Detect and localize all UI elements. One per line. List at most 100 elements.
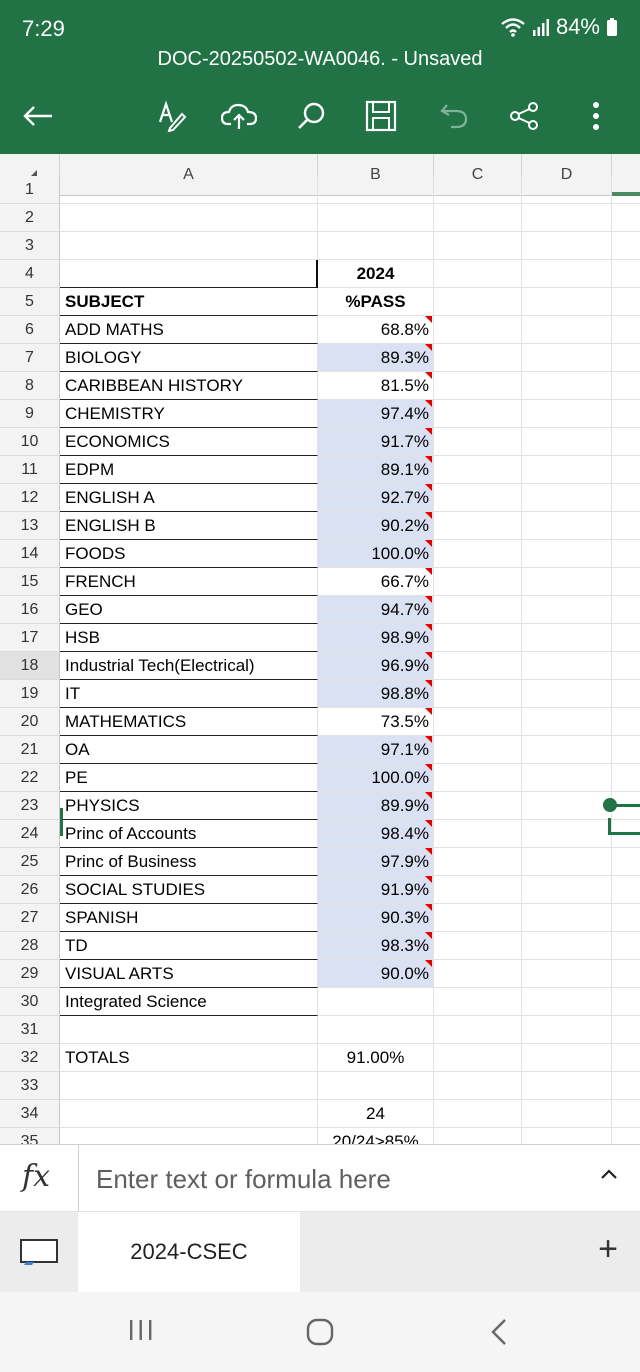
cell-e[interactable] [612,932,640,960]
row-header[interactable]: 9 [0,400,60,428]
row-header[interactable]: 13 [0,512,60,540]
cell-b[interactable]: 94.7% [318,596,434,624]
cell-d[interactable] [522,1128,612,1144]
row-header[interactable]: 18 [0,652,60,680]
row-header[interactable]: 34 [0,1100,60,1128]
cell-b[interactable]: 100.0% [318,764,434,792]
cell-d[interactable] [522,624,612,652]
cell-a[interactable]: FRENCH [60,568,318,596]
cell-a[interactable]: FOODS [60,540,318,568]
cell-c[interactable] [434,1100,522,1128]
row-header[interactable]: 4 [0,260,60,288]
cell-b[interactable]: %PASS [318,288,434,316]
cell-a[interactable]: TD [60,932,318,960]
cell-e[interactable] [612,848,640,876]
row-header[interactable]: 32 [0,1044,60,1072]
cell-a[interactable]: PE [60,764,318,792]
row-header[interactable]: 24 [0,820,60,848]
cell-c[interactable] [434,652,522,680]
cell-c[interactable] [434,456,522,484]
cell-a[interactable]: BIOLOGY [60,344,318,372]
cell-d[interactable] [522,596,612,624]
cell-b[interactable]: 100.0% [318,540,434,568]
cell-a[interactable] [60,1072,318,1100]
find-button[interactable] [287,92,335,140]
cell-d[interactable] [522,400,612,428]
cell-c[interactable] [434,372,522,400]
cell-d[interactable] [522,512,612,540]
cell-e[interactable] [612,960,640,988]
cell-d[interactable] [522,288,612,316]
row-header[interactable]: 7 [0,344,60,372]
cell-a[interactable]: PHYSICS [60,792,318,820]
cell-b[interactable]: 91.7% [318,428,434,456]
back-nav-button[interactable] [490,1318,508,1351]
cell-b[interactable]: 96.9% [318,652,434,680]
row-header[interactable]: 8 [0,372,60,400]
cell-a[interactable]: Princ of Accounts [60,820,318,848]
cell-e[interactable] [612,904,640,932]
cell-d[interactable] [522,176,612,204]
cell-d[interactable] [522,932,612,960]
row-header[interactable]: 11 [0,456,60,484]
spreadsheet-grid[interactable]: A B C D 1 2 3 4 2024 5 SUBJECT %PASS 6 ADD MATHS 6… [0,154,640,1144]
fx-icon[interactable]: fx [22,1159,50,1194]
cell-c[interactable] [434,260,522,288]
cell-c[interactable] [434,232,522,260]
cell-b[interactable] [318,1072,434,1100]
cell-d[interactable] [522,904,612,932]
row-header[interactable]: 20 [0,708,60,736]
cell-e[interactable] [612,1100,640,1128]
cell-d[interactable] [522,1100,612,1128]
cell-c[interactable] [434,736,522,764]
cell-b[interactable]: 90.0% [318,960,434,988]
cell-a[interactable]: ADD MATHS [60,316,318,344]
cell-c[interactable] [434,708,522,736]
row-header[interactable]: 14 [0,540,60,568]
row-header[interactable]: 2 [0,204,60,232]
cell-b[interactable]: 98.9% [318,624,434,652]
expand-formula-button[interactable] [600,1167,618,1185]
cell-a[interactable]: VISUAL ARTS [60,960,318,988]
more-options-button[interactable] [572,92,620,140]
cell-d[interactable] [522,540,612,568]
cell-e[interactable] [612,624,640,652]
cell-d[interactable] [522,960,612,988]
cell-d[interactable] [522,792,612,820]
cell-c[interactable] [434,988,522,1016]
cell-e[interactable] [612,456,640,484]
row-header[interactable]: 5 [0,288,60,316]
cell-e[interactable] [612,876,640,904]
cell-e[interactable] [612,1128,640,1144]
recent-apps-button[interactable] [128,1318,154,1347]
cell-e[interactable] [612,260,640,288]
row-header[interactable]: 12 [0,484,60,512]
row-header[interactable]: 28 [0,932,60,960]
cell-b[interactable]: 92.7% [318,484,434,512]
cell-e[interactable] [612,764,640,792]
undo-button[interactable] [430,92,478,140]
cell-a[interactable]: ENGLISH A [60,484,318,512]
cell-d[interactable] [522,680,612,708]
cell-b[interactable]: 98.4% [318,820,434,848]
save-to-cloud-button[interactable] [215,92,263,140]
cell-a[interactable]: MATHEMATICS [60,708,318,736]
cell-e[interactable] [612,568,640,596]
cell-b[interactable] [318,988,434,1016]
cell-d[interactable] [522,876,612,904]
sheet-tab-2024-csec[interactable]: 2024-CSEC [78,1212,300,1292]
cell-e[interactable] [612,428,640,456]
selection-handle[interactable] [603,798,617,812]
cell-a[interactable] [60,260,318,288]
cell-a[interactable] [60,1128,318,1144]
cell-d[interactable] [522,988,612,1016]
cell-a[interactable]: HSB [60,624,318,652]
cell-a[interactable] [60,232,318,260]
cell-a[interactable]: Industrial Tech(Electrical) [60,652,318,680]
cell-e[interactable] [612,736,640,764]
home-button[interactable] [306,1318,334,1351]
cell-a[interactable]: CARIBBEAN HISTORY [60,372,318,400]
cell-d[interactable] [522,428,612,456]
cell-b[interactable]: 68.8% [318,316,434,344]
cell-d[interactable] [522,204,612,232]
